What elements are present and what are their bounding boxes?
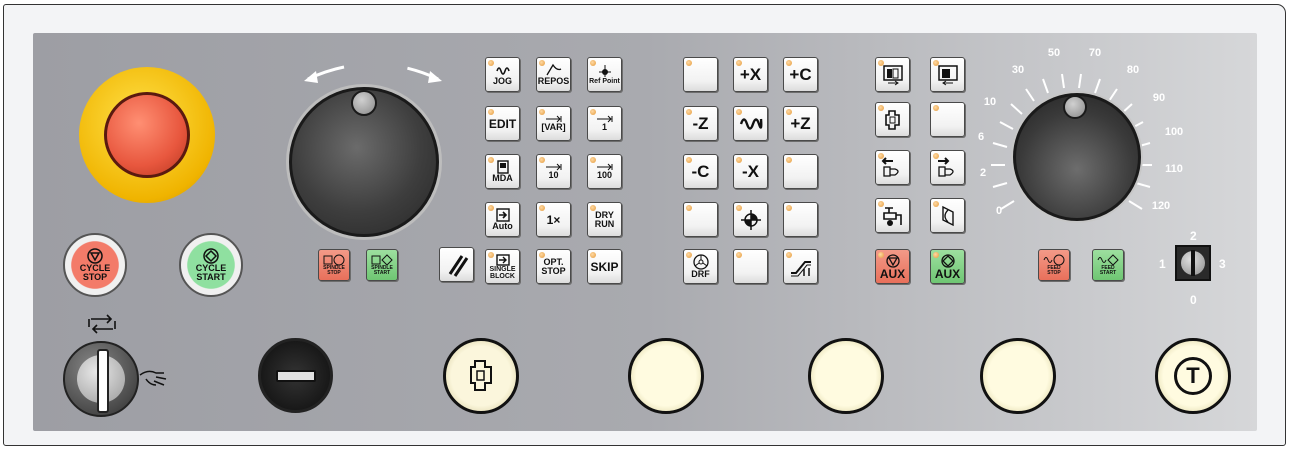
rapid-traverse-key[interactable] xyxy=(733,106,768,141)
conveyor-key[interactable] xyxy=(783,249,818,284)
work-offset-key[interactable] xyxy=(733,202,768,237)
inc-100-key[interactable]: 100 xyxy=(587,154,622,189)
axis-blank-key-4[interactable] xyxy=(783,202,818,237)
handwheel-icon xyxy=(692,254,709,270)
chuck-rotate-icon xyxy=(941,205,954,226)
feed-scale-100: 100 xyxy=(1164,126,1184,138)
inc-10-key[interactable]: 10 xyxy=(536,154,571,189)
emergency-stop-button[interactable] xyxy=(104,92,190,178)
coolant-key[interactable] xyxy=(875,198,910,233)
reset-icon xyxy=(448,254,468,277)
axis-blank-key-2[interactable] xyxy=(783,154,818,189)
mode-key-switch[interactable] xyxy=(63,341,139,417)
tailstock-advance-key[interactable] xyxy=(930,150,965,185)
mda-icon xyxy=(496,160,509,174)
feed-scale-110: 110 xyxy=(1165,163,1183,175)
jog-icon xyxy=(495,67,510,75)
stop-icon xyxy=(87,248,103,264)
t-icon: T xyxy=(1174,357,1212,395)
tailstock-retract-icon xyxy=(881,156,899,177)
cycle-stop-line2: STOP xyxy=(82,272,108,282)
knob-grip xyxy=(351,90,377,116)
plus-z-key[interactable]: +Z xyxy=(783,106,818,141)
key-switch[interactable] xyxy=(1175,245,1211,281)
start-icon xyxy=(203,248,219,264)
turret-icon xyxy=(470,360,492,391)
mode-arrows-icon xyxy=(85,313,119,340)
opt-stop-key[interactable]: OPT. STOP xyxy=(536,249,571,284)
var-key[interactable]: [VAR] xyxy=(536,106,571,141)
aux-blank-key[interactable] xyxy=(930,102,965,137)
repos-key[interactable]: REPOS xyxy=(536,57,571,92)
ref-point-icon xyxy=(598,65,611,77)
spindle-stop-key[interactable]: SPINDLE STOP xyxy=(318,249,350,281)
coolant-icon xyxy=(882,206,902,226)
cycle-start-button[interactable]: CYCLE START xyxy=(179,233,243,297)
door-close-icon xyxy=(937,64,958,85)
aux-stop-key[interactable]: AUX xyxy=(875,249,910,284)
auto-icon xyxy=(495,208,510,222)
machine-button-1[interactable] xyxy=(443,338,519,414)
inc-1-key[interactable]: 1 xyxy=(587,106,622,141)
usb-port[interactable] xyxy=(258,338,333,413)
door-key-1[interactable] xyxy=(875,57,910,92)
plus-c-key[interactable]: +C xyxy=(783,57,818,92)
tailstock-advance-icon xyxy=(937,156,954,177)
door-key-2[interactable] xyxy=(930,57,965,92)
minus-c-key[interactable]: -C xyxy=(683,154,718,189)
spindle-start-key[interactable]: SPINDLE START xyxy=(366,249,398,281)
repos-icon xyxy=(545,63,561,76)
dry-run-key[interactable]: DRY RUN xyxy=(587,202,622,237)
crosshair-icon xyxy=(740,209,761,230)
minus-z-key[interactable]: -Z xyxy=(683,106,718,141)
feed-start-key[interactable]: FEED START xyxy=(1092,249,1124,281)
machine-control-panel: CYCLE STOP CYCLE START SPINDLE STOP SPIN… xyxy=(33,33,1257,431)
axis-blank-key-1[interactable] xyxy=(683,57,718,92)
key-switch-label-2: 2 xyxy=(1190,229,1197,243)
machine-button-3[interactable] xyxy=(808,338,884,414)
tailstock-retract-key[interactable] xyxy=(875,150,910,185)
edit-key[interactable]: EDIT xyxy=(485,106,520,141)
reset-key[interactable] xyxy=(439,247,474,282)
plus-x-key[interactable]: +X xyxy=(733,57,768,92)
tool-change-key[interactable] xyxy=(875,102,910,137)
axis-blank-key-5[interactable] xyxy=(733,249,768,284)
stop-icon xyxy=(885,253,900,268)
mda-key[interactable]: MDA xyxy=(485,154,520,189)
jog-key[interactable]: JOG xyxy=(485,57,520,92)
door-open-icon xyxy=(882,64,903,85)
t-button[interactable]: T xyxy=(1155,338,1231,414)
cycle-start-line2: START xyxy=(196,272,226,282)
feed-stop-key[interactable]: FEED STOP xyxy=(1038,249,1070,281)
cycle-stop-button[interactable]: CYCLE STOP xyxy=(63,233,127,297)
turret-icon xyxy=(884,109,900,130)
single-block-icon xyxy=(495,253,510,266)
chip-conveyor-icon xyxy=(790,260,811,276)
feed-knob-grip xyxy=(1063,95,1087,119)
key-switch-label-3: 3 xyxy=(1219,257,1226,271)
aux-start-key[interactable]: AUX xyxy=(930,249,965,284)
key-switch-label-1: 1 xyxy=(1159,257,1166,271)
hand-icon xyxy=(138,363,170,394)
auto-key[interactable]: Auto xyxy=(485,202,520,237)
drf-key[interactable]: DRF xyxy=(683,249,718,284)
machine-button-2[interactable] xyxy=(628,338,704,414)
chuck-key[interactable] xyxy=(930,198,965,233)
single-1x-key[interactable]: 1× xyxy=(536,202,571,237)
single-block-key[interactable]: SINGLE BLOCK xyxy=(485,249,520,284)
key-switch-label-0: 0 xyxy=(1190,293,1197,307)
rotation-direction-arrows xyxy=(298,53,448,90)
rapid-traverse-icon xyxy=(739,117,762,130)
ref-point-key[interactable]: Ref Point xyxy=(587,57,622,92)
minus-x-key[interactable]: -X xyxy=(733,154,768,189)
machine-button-4[interactable] xyxy=(980,338,1056,414)
skip-key[interactable]: SKIP xyxy=(587,249,622,284)
axis-blank-key-3[interactable] xyxy=(683,202,718,237)
start-icon xyxy=(940,253,955,268)
